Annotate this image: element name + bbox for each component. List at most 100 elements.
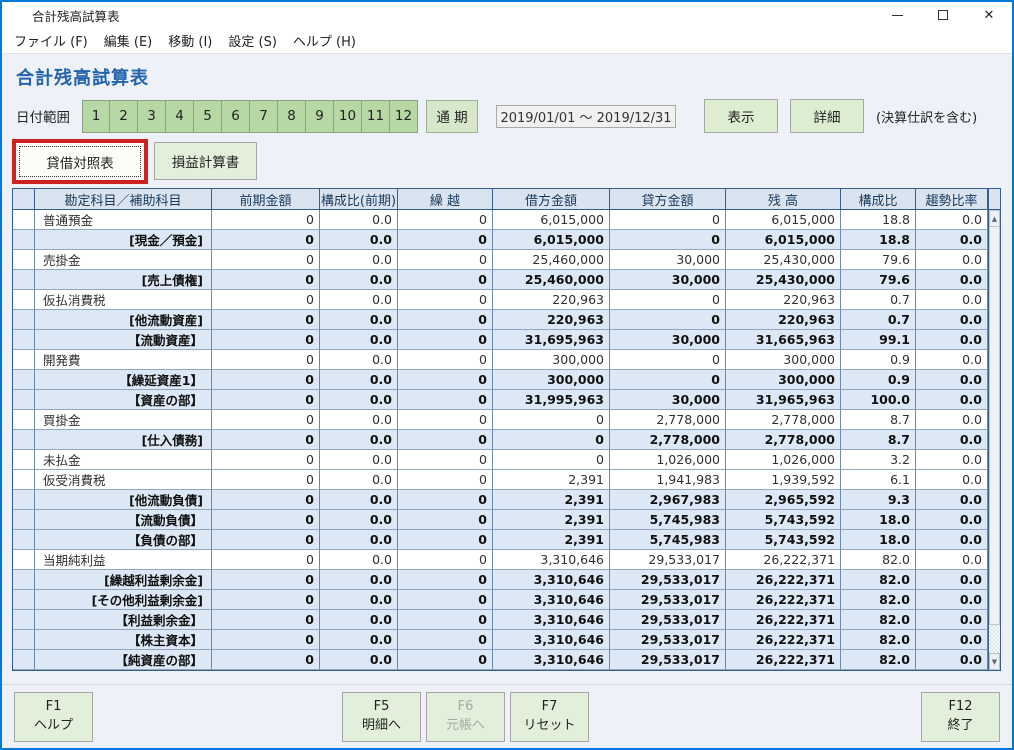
table-row[interactable]: 【株主資本】00.003,310,64629,533,01726,222,371… bbox=[13, 630, 988, 650]
table-row[interactable]: [売上債権]00.0025,460,00030,00025,430,00079.… bbox=[13, 270, 988, 290]
table-row[interactable]: 売掛金00.0025,460,00030,00025,430,00079.60.… bbox=[13, 250, 988, 270]
table-row[interactable]: 開発費00.00300,0000300,0000.90.0 bbox=[13, 350, 988, 370]
header-ratio: 構成比 bbox=[841, 189, 916, 210]
menu-item[interactable]: ファイル (F) bbox=[6, 28, 96, 53]
balance-cell: 26,222,371 bbox=[726, 550, 841, 570]
credit-amount-cell: 30,000 bbox=[610, 250, 726, 270]
footer-slot-left: F1ヘルプ bbox=[14, 692, 93, 742]
fkey-button-f12[interactable]: F12終了 bbox=[921, 692, 1000, 742]
month-button-12[interactable]: 12 bbox=[390, 100, 418, 133]
carryover-cell: 0 bbox=[398, 270, 493, 290]
ratio-cell: 18.8 bbox=[841, 230, 916, 250]
scroll-up-button[interactable]: ▲ bbox=[989, 210, 1000, 227]
month-button-11[interactable]: 11 bbox=[362, 100, 390, 133]
debit-amount-cell: 220,963 bbox=[493, 310, 610, 330]
balance-cell: 2,778,000 bbox=[726, 430, 841, 450]
table-row[interactable]: [繰越利益剰余金]00.003,310,64629,533,01726,222,… bbox=[13, 570, 988, 590]
table-row[interactable]: [他流動負債]00.002,3912,967,9832,965,5929.30.… bbox=[13, 490, 988, 510]
table-row[interactable]: 【利益剰余金】00.003,310,64629,533,01726,222,37… bbox=[13, 610, 988, 630]
menu-item[interactable]: 移動 (I) bbox=[160, 28, 220, 53]
month-button-5[interactable]: 5 bbox=[194, 100, 222, 133]
prev-amount-cell: 0 bbox=[212, 650, 320, 670]
table-row[interactable]: [他流動資産]00.00220,9630220,9630.70.0 bbox=[13, 310, 988, 330]
carryover-cell: 0 bbox=[398, 330, 493, 350]
table-row[interactable]: [仕入債務]00.0002,778,0002,778,0008.70.0 bbox=[13, 430, 988, 450]
table-row[interactable]: 当期純利益00.003,310,64629,533,01726,222,3718… bbox=[13, 550, 988, 570]
table-row[interactable]: 【流動資産】00.0031,695,96330,00031,665,96399.… bbox=[13, 330, 988, 350]
table-row[interactable]: 【繰延資産1】00.00300,0000300,0000.90.0 bbox=[13, 370, 988, 390]
fkey-button-f5[interactable]: F5明細へ bbox=[342, 692, 421, 742]
month-button-9[interactable]: 9 bbox=[306, 100, 334, 133]
prev-amount-cell: 0 bbox=[212, 370, 320, 390]
vertical-scrollbar[interactable]: ▲ ▼ bbox=[989, 210, 1000, 670]
table-body: 普通預金00.006,015,00006,015,00018.80.0[現金／預… bbox=[13, 210, 988, 670]
month-button-10[interactable]: 10 bbox=[334, 100, 362, 133]
carryover-cell: 0 bbox=[398, 470, 493, 490]
ratio-cell: 0.7 bbox=[841, 290, 916, 310]
ratio-cell: 0.7 bbox=[841, 310, 916, 330]
header-prev-ratio: 構成比(前期) bbox=[320, 189, 398, 210]
period-value-field[interactable]: 2019/01/01 ～ 2019/12/31 bbox=[496, 105, 676, 128]
full-period-button[interactable]: 通 期 bbox=[426, 100, 478, 133]
prev-ratio-cell: 0.0 bbox=[320, 490, 398, 510]
table-row[interactable]: 仮受消費税00.002,3911,941,9831,939,5926.10.0 bbox=[13, 470, 988, 490]
menu-item[interactable]: 設定 (S) bbox=[220, 28, 285, 53]
month-button-7[interactable]: 7 bbox=[250, 100, 278, 133]
table-row[interactable]: 仮払消費税00.00220,9630220,9630.70.0 bbox=[13, 290, 988, 310]
credit-amount-cell: 0 bbox=[610, 370, 726, 390]
menu-item[interactable]: 編集 (E) bbox=[96, 28, 161, 53]
trend-ratio-cell: 0.0 bbox=[916, 570, 988, 590]
row-selector-cell bbox=[13, 590, 35, 610]
month-button-4[interactable]: 4 bbox=[166, 100, 194, 133]
fkey-button-f1[interactable]: F1ヘルプ bbox=[14, 692, 93, 742]
month-button-3[interactable]: 3 bbox=[138, 100, 166, 133]
menu-item[interactable]: ヘルプ (H) bbox=[285, 28, 364, 53]
table-row[interactable]: 【資産の部】00.0031,995,96330,00031,965,963100… bbox=[13, 390, 988, 410]
prev-amount-cell: 0 bbox=[212, 250, 320, 270]
prev-ratio-cell: 0.0 bbox=[320, 250, 398, 270]
row-selector-cell bbox=[13, 610, 35, 630]
ratio-cell: 3.2 bbox=[841, 450, 916, 470]
month-button-8[interactable]: 8 bbox=[278, 100, 306, 133]
table-row[interactable]: 【負債の部】00.002,3915,745,9835,743,59218.00.… bbox=[13, 530, 988, 550]
function-key-bar: F1ヘルプ F5明細へF6元帳へF7リセット F12終了 bbox=[2, 684, 1012, 748]
month-button-1[interactable]: 1 bbox=[82, 100, 110, 133]
balance-cell: 2,778,000 bbox=[726, 410, 841, 430]
trend-ratio-cell: 0.0 bbox=[916, 210, 988, 230]
tab-income-statement[interactable]: 損益計算書 bbox=[154, 142, 257, 180]
footer-slot-right: F12終了 bbox=[921, 692, 1000, 742]
fkey-button-f7[interactable]: F7リセット bbox=[510, 692, 589, 742]
scrollbar-thumb[interactable] bbox=[989, 227, 1000, 625]
table-row[interactable]: 未払金00.0001,026,0001,026,0003.20.0 bbox=[13, 450, 988, 470]
table-row[interactable]: [その他利益剰余金]00.003,310,64629,533,01726,222… bbox=[13, 590, 988, 610]
minimize-button[interactable] bbox=[874, 2, 920, 28]
app-window: 合計残高試算表 ✕ ファイル (F)編集 (E)移動 (I)設定 (S)ヘルプ … bbox=[0, 0, 1014, 750]
maximize-button[interactable] bbox=[920, 2, 966, 28]
account-name-cell: 【資産の部】 bbox=[35, 390, 212, 410]
credit-amount-cell: 1,026,000 bbox=[610, 450, 726, 470]
scroll-down-button[interactable]: ▼ bbox=[989, 653, 1000, 670]
balance-cell: 26,222,371 bbox=[726, 610, 841, 630]
table-row[interactable]: 普通預金00.006,015,00006,015,00018.80.0 bbox=[13, 210, 988, 230]
account-name-cell: 仮払消費税 bbox=[35, 290, 212, 310]
detail-button[interactable]: 詳細 bbox=[790, 99, 864, 133]
debit-amount-cell: 3,310,646 bbox=[493, 610, 610, 630]
table-row[interactable]: 【純資産の部】00.003,310,64629,533,01726,222,37… bbox=[13, 650, 988, 670]
trend-ratio-cell: 0.0 bbox=[916, 590, 988, 610]
table-row[interactable]: 買掛金00.0002,778,0002,778,0008.70.0 bbox=[13, 410, 988, 430]
tab-balance-sheet[interactable]: 貸借対照表 bbox=[16, 143, 144, 180]
minimize-icon bbox=[892, 15, 903, 16]
month-button-2[interactable]: 2 bbox=[110, 100, 138, 133]
table-row[interactable]: 【流動負債】00.002,3915,745,9835,743,59218.00.… bbox=[13, 510, 988, 530]
close-button[interactable]: ✕ bbox=[966, 2, 1012, 28]
prev-ratio-cell: 0.0 bbox=[320, 590, 398, 610]
table-row[interactable]: [現金／預金]00.006,015,00006,015,00018.80.0 bbox=[13, 230, 988, 250]
month-button-6[interactable]: 6 bbox=[222, 100, 250, 133]
trend-ratio-cell: 0.0 bbox=[916, 390, 988, 410]
carryover-cell: 0 bbox=[398, 350, 493, 370]
fkey-action-label: ヘルプ bbox=[34, 717, 73, 736]
show-button[interactable]: 表示 bbox=[704, 99, 778, 133]
ratio-cell: 0.9 bbox=[841, 350, 916, 370]
scrollbar-track[interactable] bbox=[989, 625, 1000, 653]
carryover-cell: 0 bbox=[398, 490, 493, 510]
